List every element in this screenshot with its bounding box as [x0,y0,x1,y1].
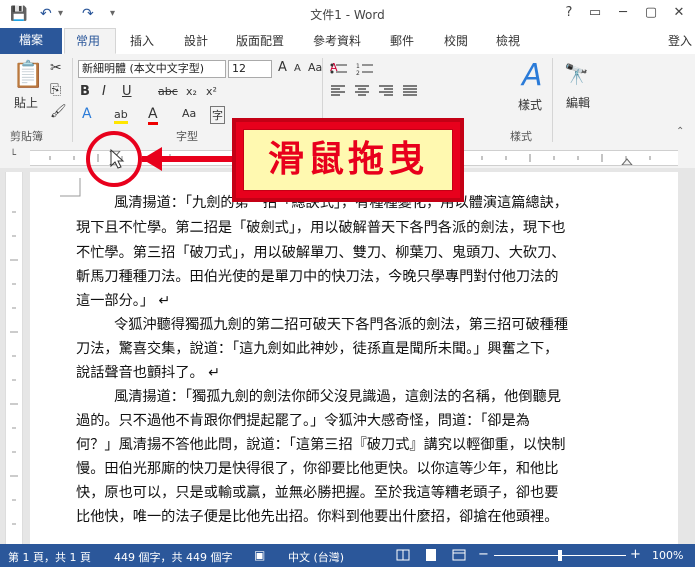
paragraph-line: 這一部分。」 ↵ [76,293,171,309]
format-painter-icon[interactable]: 🖌 [50,104,67,119]
paste-icon[interactable]: 📋 [12,60,44,90]
paragraph-line: 慢。田伯光那廝的快刀是快得很了，你卻要比他更快。以你這等少年，和他比 [76,461,559,477]
paragraph-line: 令狐沖聽得獨孤九劍的第二招可破天下各門各派的劍法，第三招可破種種 [114,317,569,333]
paragraph-line: 刀法，驚喜交集，說道：「這九劍如此神妙，徒孫直是聞所未聞。」興奮之下， [76,341,559,357]
tab-view[interactable]: 檢視 [496,32,520,49]
editing-button[interactable]: 編輯 [566,94,590,111]
bold-button[interactable]: B [80,84,90,99]
underline-button[interactable]: U [122,84,132,99]
cut-icon[interactable]: ✂ [50,60,62,76]
paste-button[interactable]: 貼上 [14,94,38,111]
paragraph-line: 過的。只不過他不肯跟你們提起罷了。」令狐沖大感奇怪，問道：「卻是為 [76,413,530,429]
italic-button[interactable]: I [102,84,106,99]
editing-icon[interactable]: 🔭 [564,62,589,86]
zoom-out-button[interactable]: − [478,547,489,562]
language-indicator[interactable]: 中文 (台灣) [288,549,344,565]
change-case-button[interactable]: Aa [182,107,196,120]
paragraph-line: 快，原也可以，只是或輸或贏，並無必勝把握。至於我這等糟老頭子，卻也要 [76,485,559,501]
paragraph-line: 不忙學。第三招「破刀式」，用以破解單刀、雙刀、柳葉刀、鬼頭刀、大砍刀、 [76,245,566,261]
change-case-icon[interactable]: Aa [308,61,322,74]
tab-insert[interactable]: 插入 [130,32,154,49]
callout-box: 滑鼠拖曳 [232,118,464,202]
tab-file[interactable]: 檔案 [0,28,62,54]
align-right-icon[interactable] [378,84,394,101]
justify-icon[interactable] [402,84,418,101]
paragraph-line: 現下且不忙學。第二招是「破劍式」，用以破解普天下各門各派的劍法，現下也 [76,220,566,236]
status-bar: 第 1 頁，共 1 頁 449 個字，共 449 個字 ▣ 中文 (台灣) − … [0,544,695,567]
paragraph-line: 說話聲音也顫抖了。 ↵ [76,365,221,381]
svg-text:1: 1 [356,63,360,70]
paragraph-line: 比他快，唯一的法子便是比他先出招。你料到他要出什麼招，卻搶在他頭裡。 [76,509,559,525]
highlight-icon[interactable]: ab [114,108,128,124]
tab-review[interactable]: 校閱 [444,32,468,49]
zoom-level[interactable]: 100% [652,549,683,562]
maximize-button[interactable]: ▢ [640,4,662,22]
superscript-button[interactable]: x² [206,85,217,98]
svg-text:2: 2 [356,70,360,76]
tab-references[interactable]: 參考資料 [313,32,361,49]
shrink-font-icon[interactable]: A [294,63,301,74]
sign-in-link[interactable]: 登入 [668,32,692,49]
align-center-icon[interactable] [354,84,370,101]
numbering-icon[interactable]: 12 [356,62,374,79]
ribbon-display-options-button[interactable]: ▭ [584,4,606,22]
tab-design[interactable]: 設計 [184,32,208,49]
styles-icon[interactable]: A [522,58,543,93]
word-count[interactable]: 449 個字，共 449 個字 [114,549,232,565]
print-layout-icon[interactable] [424,549,438,564]
zoom-slider-thumb[interactable] [558,550,562,561]
collapse-ribbon-icon[interactable]: ⌃ [676,126,684,137]
styles-button[interactable]: 樣式 [518,96,542,113]
font-color-icon[interactable]: A [148,106,158,125]
copy-icon[interactable]: ⎘ [50,82,61,98]
font-size-dropdown[interactable]: 12 [228,60,272,78]
clipboard-group-label: 剪貼簿 [10,130,43,143]
bullets-icon[interactable] [330,62,348,79]
callout-label: 滑鼠拖曳 [267,139,428,180]
subscript-button[interactable]: x₂ [186,85,197,98]
proofing-icon[interactable]: ▣ [254,548,265,562]
divider [72,58,73,142]
close-button[interactable]: ✕ [668,4,690,22]
grow-font-icon[interactable]: A [278,60,287,75]
align-left-icon[interactable] [330,84,346,101]
strikethrough-button[interactable]: abc [158,85,178,98]
help-button[interactable]: ? [558,4,580,22]
enclose-character-icon[interactable]: 字 [210,106,225,124]
font-name-dropdown[interactable]: 新細明體 (本文中文字型) [78,60,226,78]
vertical-ruler[interactable] [5,172,23,544]
styles-group-label: 樣式 [510,130,532,143]
read-mode-icon[interactable] [396,549,410,564]
paragraph-line: 何？」風清揚不答他此問，說道：「這第三招『破刀式』講究以輕御重，以快制 [76,437,566,453]
zoom-in-button[interactable]: + [630,547,641,562]
title-bar: 💾 ↶ ▾ ↷ ▾ 文件1 - Word ? ▭ ─ ▢ ✕ [0,0,695,28]
callout-arrow [86,131,234,187]
tab-layout[interactable]: 版面配置 [236,32,284,49]
divider [552,58,553,142]
text-effects-icon[interactable]: A [82,106,92,122]
callout-label-box: 滑鼠拖曳 [243,129,453,191]
page-count[interactable]: 第 1 頁，共 1 頁 [8,549,91,565]
tab-home[interactable]: 常用 [76,32,100,49]
paragraph-line: 斬馬刀種種刀法。田伯光使的是單刀中的快刀法，今晚只學專門對付他刀法的 [76,269,559,285]
web-layout-icon[interactable] [452,549,466,564]
tab-selector-icon[interactable]: └ [10,150,16,161]
paragraph-line: 風清揚道：「獨孤九劍的劍法你師父沒見識過，這劍法的名稱，他倒聽見 [114,389,561,405]
ribbon-tabs: 檔案 常用 插入 設計 版面配置 參考資料 郵件 校閱 檢視 登入 [0,28,695,55]
minimize-button[interactable]: ─ [612,4,634,22]
tab-mailings[interactable]: 郵件 [390,32,414,49]
